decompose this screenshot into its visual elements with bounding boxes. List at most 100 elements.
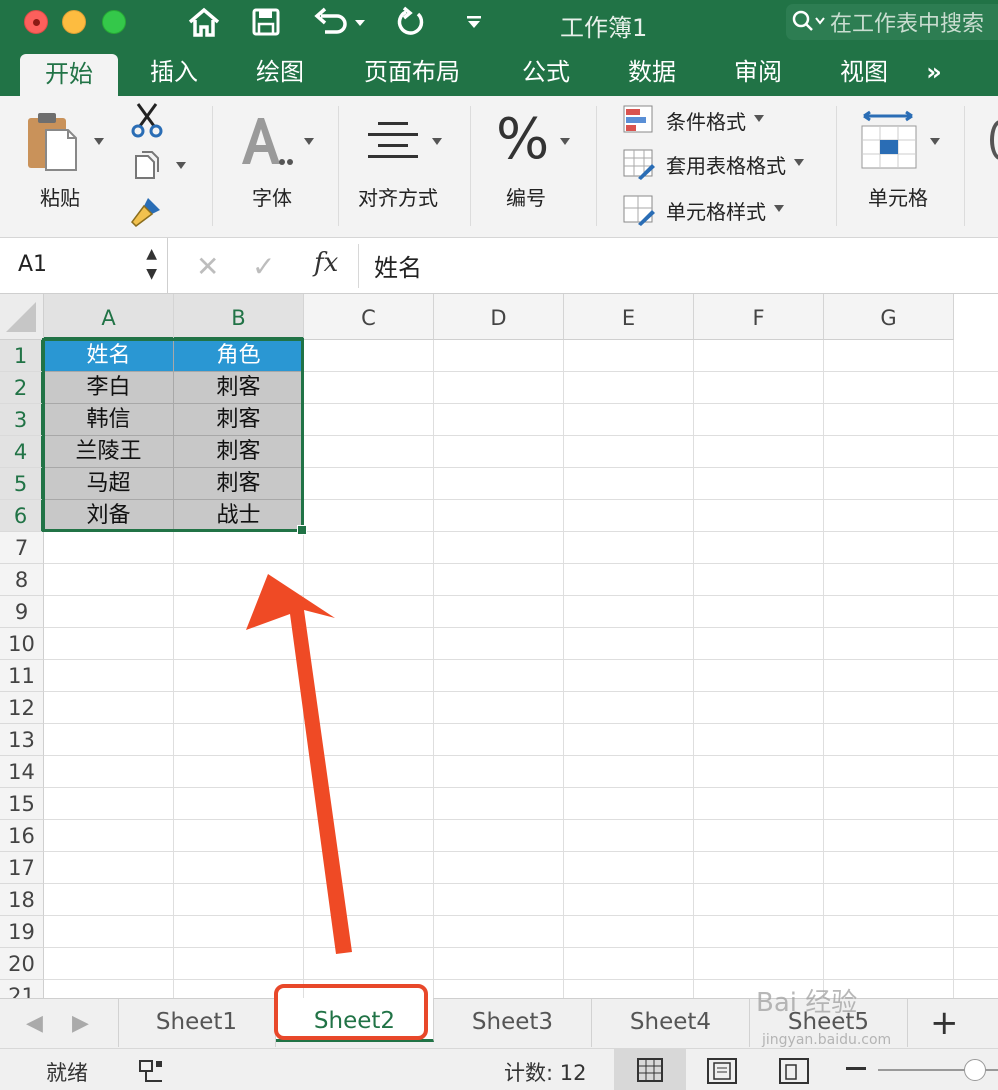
select-all-corner[interactable] [0,294,44,340]
cells-icon[interactable] [860,110,920,170]
row-header-2[interactable]: 2 [0,372,44,404]
cell-b4[interactable]: 刺客 [174,436,304,468]
column-header-e[interactable]: E [564,294,694,340]
macro-record-icon[interactable] [136,1057,166,1085]
page-break-view-icon[interactable] [778,1057,810,1085]
enter-icon[interactable]: ✓ [252,250,275,283]
paste-label[interactable]: 粘贴 [40,182,80,211]
sheet-tab-sheet4[interactable]: Sheet4 [592,999,750,1047]
font-icon[interactable] [238,114,298,168]
save-icon[interactable] [246,4,286,40]
zoom-window-button[interactable] [102,10,126,34]
row-header-21[interactable]: 21 [0,980,44,998]
column-header-c[interactable]: C [304,294,434,340]
redo-icon[interactable] [390,4,430,40]
tab-formulas[interactable]: 公式 [508,48,584,96]
fill-handle[interactable] [297,525,307,535]
customize-toolbar-icon[interactable] [462,4,486,40]
row-header-10[interactable]: 10 [0,628,44,660]
row-header-19[interactable]: 19 [0,916,44,948]
add-sheet-button[interactable]: + [930,1003,959,1043]
alignment-label[interactable]: 对齐方式 [358,182,438,211]
cell-a4[interactable]: 兰陵王 [44,436,174,468]
tab-view[interactable]: 视图 [826,48,902,96]
row-header-13[interactable]: 13 [0,724,44,756]
cell-b3[interactable]: 刺客 [174,404,304,436]
format-painter-icon[interactable] [128,194,164,228]
column-header-f[interactable]: F [694,294,824,340]
next-sheet-icon[interactable]: ▶ [72,1011,89,1036]
spreadsheet-grid[interactable]: ABCDEFG 1 2 3 4 5 6 7 8 9 10 11 12 13 14 15 16 17 18 19 20 2… [0,294,998,998]
format-as-table-button[interactable]: 套用表格格式 [622,146,804,182]
column-header-g[interactable]: G [824,294,954,340]
percent-icon[interactable]: % [496,110,550,170]
row-header-8[interactable]: 8 [0,564,44,596]
zoom-slider-thumb[interactable] [964,1059,986,1081]
paste-options-caret[interactable] [94,138,104,145]
column-header-a[interactable]: A [44,294,174,340]
cells-label[interactable]: 单元格 [868,182,928,211]
row-header-3[interactable]: 3 [0,404,44,436]
number-label[interactable]: 编号 [506,182,546,211]
cell-a6[interactable]: 刘备 [44,500,174,532]
cell-styles-button[interactable]: 单元格样式 [622,192,784,228]
row-header-1[interactable]: 1 [0,340,44,372]
sheet-tab-sheet2[interactable]: Sheet2 [276,998,434,1042]
row-header-17[interactable]: 17 [0,852,44,884]
normal-view-button[interactable] [614,1049,686,1090]
column-header-d[interactable]: D [434,294,564,340]
tab-page-layout[interactable]: 页面布局 [350,48,474,96]
tab-insert[interactable]: 插入 [136,48,212,96]
clipboard-icon[interactable] [24,110,84,174]
row-header-11[interactable]: 11 [0,660,44,692]
row-header-14[interactable]: 14 [0,756,44,788]
cells-caret[interactable] [930,138,940,145]
sheet-tab-sheet5[interactable]: Sheet5 [750,999,908,1047]
tab-home[interactable]: 开始 [20,54,118,96]
cell-a1[interactable]: 姓名 [44,340,174,372]
copy-icon[interactable] [132,150,162,182]
tab-review[interactable]: 审阅 [720,48,796,96]
close-window-button[interactable] [24,10,48,34]
more-tabs-button[interactable]: » [914,48,954,96]
tab-data[interactable]: 数据 [614,48,690,96]
cut-icon[interactable] [130,102,164,138]
cell-a5[interactable]: 马超 [44,468,174,500]
insert-function-button[interactable]: fx [314,248,338,278]
name-box[interactable]: A1 ▲ ▼ [0,238,168,294]
font-caret[interactable] [304,138,314,145]
zoom-out-icon[interactable] [846,1067,866,1070]
sheet-tab-sheet1[interactable]: Sheet1 [118,999,276,1047]
minimize-window-button[interactable] [62,10,86,34]
column-header-b[interactable]: B [174,294,304,340]
alignment-caret[interactable] [432,138,442,145]
tab-draw[interactable]: 绘图 [242,48,318,96]
row-header-4[interactable]: 4 [0,436,44,468]
more-ribbon-icon[interactable] [990,120,998,160]
cancel-icon[interactable]: ✕ [196,250,219,283]
row-header-9[interactable]: 9 [0,596,44,628]
copy-options-caret[interactable] [176,162,186,169]
cell-b2[interactable]: 刺客 [174,372,304,404]
row-header-15[interactable]: 15 [0,788,44,820]
cell-b1[interactable]: 角色 [174,340,304,372]
cell-b5[interactable]: 刺客 [174,468,304,500]
row-header-18[interactable]: 18 [0,884,44,916]
cell-a3[interactable]: 韩信 [44,404,174,436]
align-center-icon[interactable] [366,118,420,162]
row-header-5[interactable]: 5 [0,468,44,500]
row-header-20[interactable]: 20 [0,948,44,980]
number-caret[interactable] [560,138,570,145]
row-header-7[interactable]: 7 [0,532,44,564]
conditional-formatting-button[interactable]: 条件格式 [622,102,764,138]
formula-input[interactable]: 姓名 [374,248,422,283]
home-icon[interactable] [184,4,224,40]
cell-b6[interactable]: 战士 [174,500,304,532]
undo-icon[interactable] [310,4,370,40]
name-box-stepper-icon[interactable]: ▲ ▼ [146,244,157,284]
cell-a2[interactable]: 李白 [44,372,174,404]
row-header-6[interactable]: 6 [0,500,44,532]
search-input[interactable]: 在工作表中搜索 [786,4,998,40]
prev-sheet-icon[interactable]: ◀ [26,1011,43,1036]
page-layout-view-icon[interactable] [706,1057,738,1085]
